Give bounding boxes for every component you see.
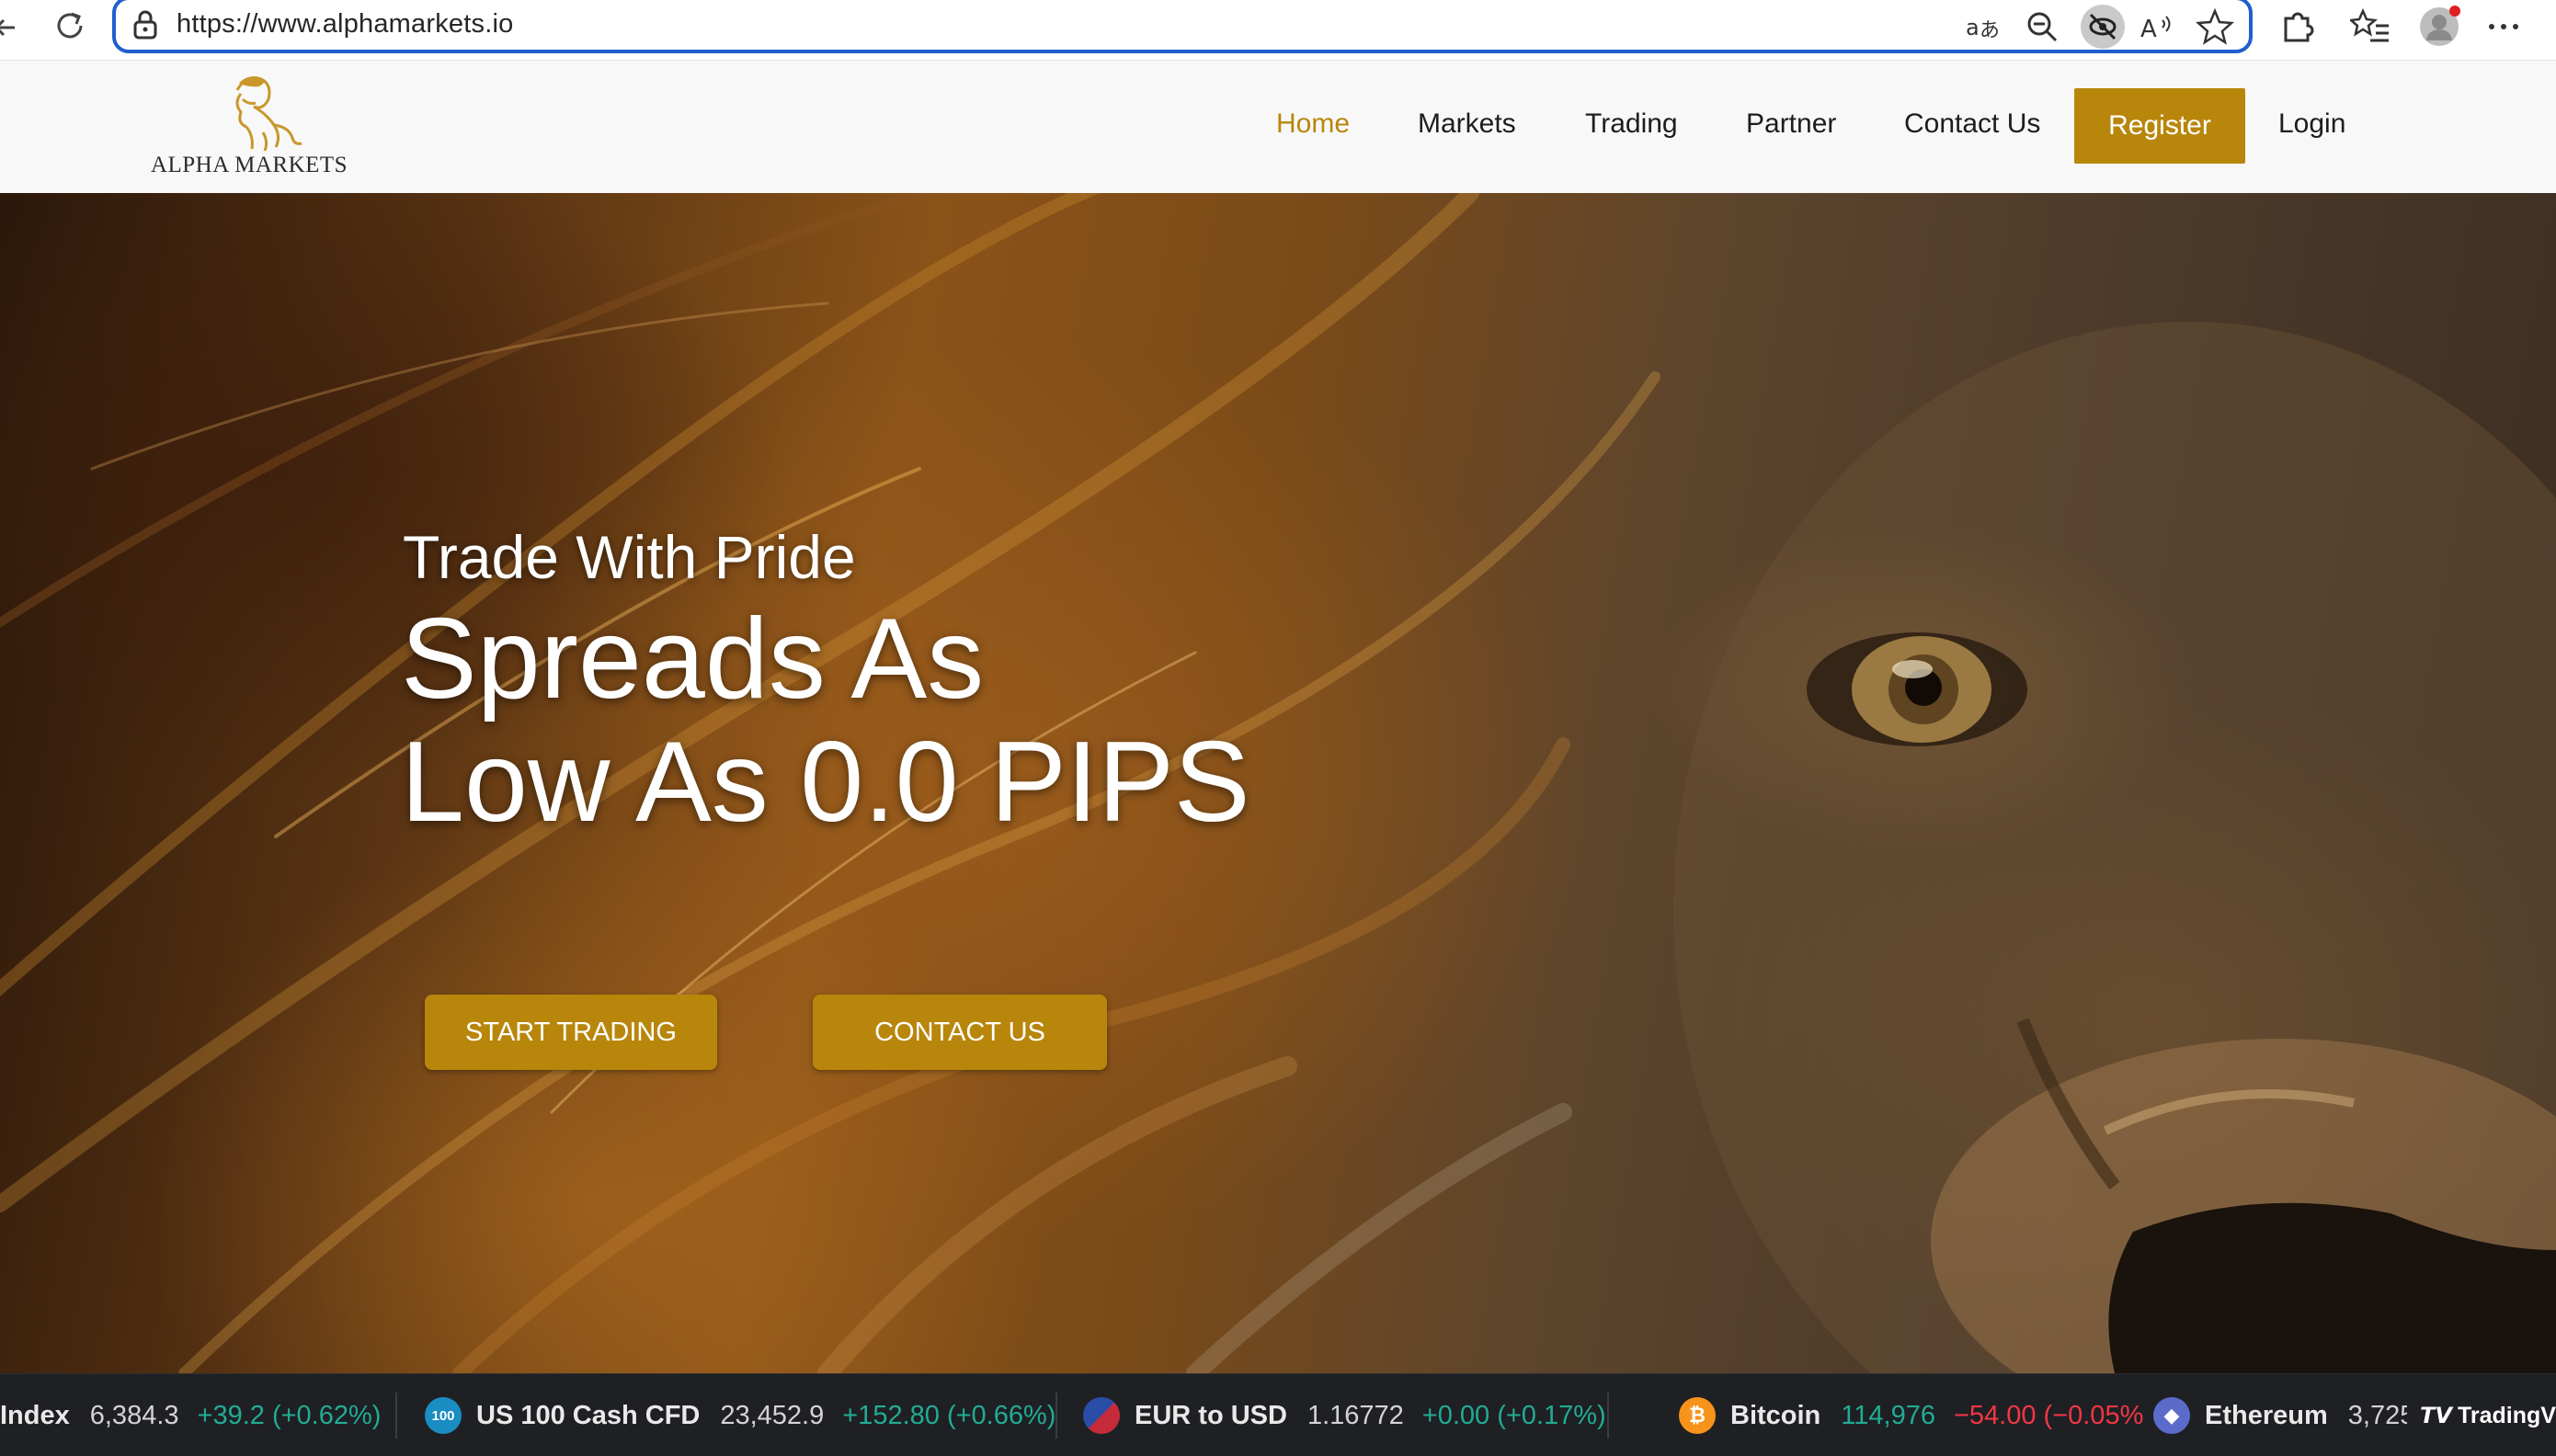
ticker-price: 23,452.9	[720, 1400, 825, 1430]
lock-icon[interactable]	[131, 9, 160, 40]
us100-icon: 100	[425, 1397, 462, 1434]
nav-home[interactable]: Home	[1276, 108, 1350, 140]
ticker-item[interactable]: Index 6,384.3 +39.2 (+0.62%)	[0, 1374, 381, 1456]
register-button[interactable]: Register	[2074, 88, 2245, 164]
ticker-price: 6,384.3	[89, 1400, 179, 1430]
svg-text:A: A	[2140, 16, 2157, 43]
more-icon[interactable]	[2482, 6, 2525, 48]
nav-trading[interactable]: Trading	[1585, 108, 1678, 140]
ticker-divider	[1607, 1393, 1609, 1439]
tradingview-logo[interactable]: 𝙏𝙑 TradingView	[2407, 1374, 2556, 1456]
reload-icon[interactable]	[50, 6, 90, 46]
ticker-item[interactable]: ◆ Ethereum 3,725	[2153, 1374, 2433, 1456]
nav-markets[interactable]: Markets	[1418, 108, 1516, 140]
hero-title-line-2: Low As 0.0 PIPS	[401, 719, 1250, 846]
ticker-price: 114,976	[1841, 1400, 1935, 1430]
nav-login[interactable]: Login	[2278, 108, 2345, 140]
ticker-divider	[395, 1393, 397, 1439]
ticker-item[interactable]: 100 US 100 Cash CFD 23,452.9 +152.80 (+0…	[425, 1374, 1055, 1456]
logo-text: ALPHA MARKETS	[150, 153, 348, 177]
back-icon[interactable]	[0, 9, 22, 46]
ticker-item[interactable]: EUR to USD 1.16772 +0.00 (+0.17%)	[1083, 1374, 1606, 1456]
ethereum-icon: ◆	[2153, 1397, 2190, 1434]
zoom-out-icon[interactable]	[2023, 7, 2061, 46]
ticker-price: 3,725	[2347, 1400, 2415, 1430]
favorite-star-icon[interactable]	[2196, 7, 2234, 46]
tradingview-label: TradingView	[2457, 1402, 2556, 1428]
ticker-price: 1.16772	[1307, 1400, 1404, 1430]
hero-title: Spreads As Low As 0.0 PIPS	[401, 597, 1780, 844]
tradingview-icon: 𝙏𝙑	[2420, 1403, 2452, 1428]
browser-toolbar: https://www.alphamarkets.io a あ A	[0, 0, 2556, 61]
read-aloud-icon[interactable]: A	[2139, 7, 2177, 46]
ticker-name: EUR to USD	[1135, 1400, 1287, 1430]
ticker-item[interactable]: ₿ Bitcoin 114,976 −54.00 (−0.05%	[1679, 1374, 2143, 1456]
address-bar[interactable]: https://www.alphamarkets.io a あ A	[112, 0, 2253, 53]
nav-partner[interactable]: Partner	[1746, 108, 1836, 140]
svg-text:a: a	[1966, 15, 1980, 40]
ticker-change: +39.2 (+0.62%)	[197, 1400, 382, 1430]
ticker-name: US 100 Cash CFD	[476, 1400, 701, 1430]
ticker-divider	[1055, 1393, 1057, 1439]
market-ticker[interactable]: Index 6,384.3 +39.2 (+0.62%) 100 US 100 …	[0, 1373, 2556, 1456]
favorites-icon[interactable]	[2350, 6, 2392, 48]
url-text[interactable]: https://www.alphamarkets.io	[177, 9, 513, 40]
nav-contact-us[interactable]: Contact Us	[1904, 108, 2040, 140]
hero-section: Trade With Pride Spreads As Low As 0.0 P…	[0, 193, 2556, 1373]
ticker-name: Ethereum	[2205, 1400, 2328, 1430]
profile-icon[interactable]	[2418, 6, 2460, 48]
contact-us-button[interactable]: CONTACT US	[813, 995, 1107, 1070]
site-header: ALPHA MARKETS Home Markets Trading Partn…	[0, 61, 2556, 193]
translate-icon[interactable]: a あ	[1964, 7, 2003, 46]
ticker-name: Bitcoin	[1730, 1400, 1821, 1430]
ticker-change: +152.80 (+0.66%)	[842, 1400, 1056, 1430]
extensions-icon[interactable]	[2276, 6, 2319, 48]
tracking-prevention-icon[interactable]	[2080, 4, 2126, 50]
svg-text:あ: あ	[1980, 19, 2000, 42]
hero-title-line-1: Spreads As	[401, 596, 985, 722]
ticker-name: Index	[0, 1400, 70, 1430]
start-trading-button[interactable]: START TRADING	[425, 995, 717, 1070]
ticker-change: +0.00 (+0.17%)	[1421, 1400, 1606, 1430]
eur-usd-flag-icon	[1083, 1397, 1120, 1434]
bitcoin-icon: ₿	[1679, 1397, 1716, 1434]
lion-logo-icon	[235, 76, 302, 152]
hero-subtitle: Trade With Pride	[403, 523, 856, 591]
ticker-change: −54.00 (−0.05%	[1953, 1400, 2144, 1430]
site-logo[interactable]: ALPHA MARKETS	[145, 72, 353, 186]
